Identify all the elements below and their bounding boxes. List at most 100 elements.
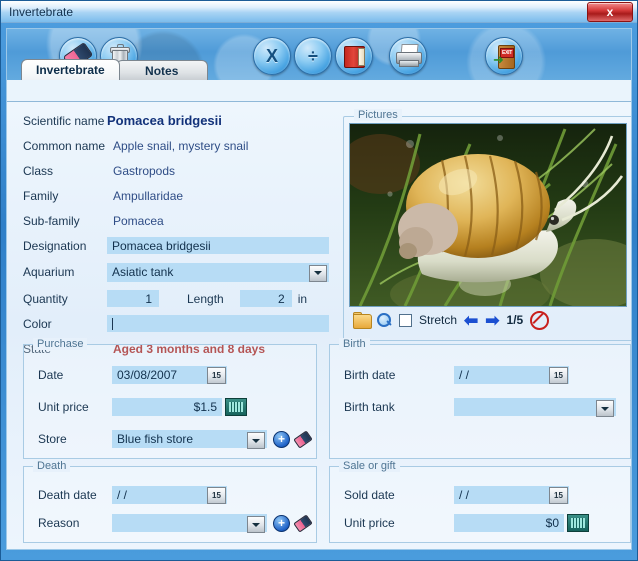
birth-group-title: Birth xyxy=(339,338,370,350)
snail-photo xyxy=(350,124,626,306)
class-value: Gastropods xyxy=(113,163,176,178)
sale-unit-price-input[interactable]: $0 xyxy=(454,514,564,532)
calculator-icon[interactable] xyxy=(225,398,247,416)
aquarium-select[interactable]: Asiatic tank xyxy=(107,262,329,282)
quantity-label: Quantity xyxy=(23,291,68,306)
sale-unit-price-label: Unit price xyxy=(344,516,395,530)
row-color: Color xyxy=(23,311,333,336)
purchase-date-input[interactable]: 03/08/2007 15 xyxy=(112,366,227,384)
purchase-group: Purchase Date 03/08/2007 15 Unit price $… xyxy=(23,338,317,459)
family-value: Ampullaridae xyxy=(113,188,184,203)
text-cursor xyxy=(112,317,113,330)
calendar-icon[interactable]: 15 xyxy=(207,367,226,384)
sub-family-label: Sub-family xyxy=(23,213,80,228)
sale-group: Sale or gift Sold date / / 15 Unit price… xyxy=(329,460,631,543)
row-sold-date: Sold date / / 15 xyxy=(344,485,569,505)
row-aquarium: Aquarium Asiatic tank xyxy=(23,258,333,286)
pictures-group: Pictures Stretch ⬅ ➡ 1/5 xyxy=(343,109,631,341)
no-picture-icon[interactable] xyxy=(530,310,550,330)
add-store-button[interactable]: + xyxy=(273,430,290,448)
class-label: Class xyxy=(23,163,54,178)
common-name-label: Common name xyxy=(23,138,106,153)
death-reason-select[interactable] xyxy=(112,514,267,533)
birth-date-input[interactable]: / / 15 xyxy=(454,366,569,384)
row-purchase-date: Date 03/08/2007 15 xyxy=(38,365,227,385)
row-sale-unit-price: Unit price $0 xyxy=(344,513,589,533)
row-death-reason: Reason + xyxy=(38,513,313,533)
row-sub-family: Sub-family Pomacea xyxy=(23,208,333,233)
purchase-unit-price-label: Unit price xyxy=(38,400,89,414)
purchase-store-selected-value: Blue fish store xyxy=(117,432,194,446)
picture-counter: 1/5 xyxy=(506,313,524,327)
length-input[interactable]: 2 xyxy=(239,290,292,307)
picture-viewer[interactable] xyxy=(349,123,627,307)
quantity-input[interactable]: 1 xyxy=(107,290,159,307)
previous-picture-icon[interactable]: ⬅ xyxy=(464,312,478,329)
title-bar: Invertebrate x xyxy=(1,1,637,23)
row-death-date: Death date / / 15 xyxy=(38,485,227,505)
chevron-down-icon[interactable] xyxy=(247,516,265,533)
next-picture-icon[interactable]: ➡ xyxy=(485,312,499,329)
family-label: Family xyxy=(23,188,59,203)
row-class: Class Gastropods xyxy=(23,158,333,183)
row-birth-tank: Birth tank xyxy=(344,397,616,417)
scientific-name-value: Pomacea bridgesii xyxy=(107,113,222,128)
sub-family-value: Pomacea xyxy=(113,213,164,228)
row-purchase-unit-price: Unit price $1.5 xyxy=(38,397,247,417)
tab-strip: Invertebrate Notes xyxy=(7,59,631,80)
color-label: Color xyxy=(23,316,52,331)
stretch-label: Stretch xyxy=(419,313,458,327)
sale-group-title: Sale or gift xyxy=(339,460,400,472)
designation-label: Designation xyxy=(23,238,87,253)
tab-notes[interactable]: Notes xyxy=(115,60,208,80)
sold-date-input[interactable]: / / 15 xyxy=(454,486,569,504)
chevron-down-icon[interactable] xyxy=(596,400,614,417)
calendar-icon[interactable]: 15 xyxy=(549,487,568,504)
clear-reason-button[interactable] xyxy=(293,513,313,533)
row-designation: Designation Pomacea bridgesii xyxy=(23,233,333,258)
death-date-input[interactable]: / / 15 xyxy=(112,486,227,504)
common-name-value: Apple snail, mystery snail xyxy=(113,138,249,153)
aquarium-label: Aquarium xyxy=(23,265,75,279)
purchase-store-select[interactable]: Blue fish store xyxy=(112,430,267,449)
tab-invertebrate[interactable]: Invertebrate xyxy=(21,59,120,80)
tab-page-invertebrate: Scientific name Pomacea bridgesii Common… xyxy=(7,101,631,549)
row-scientific-name: Scientific name Pomacea bridgesii xyxy=(23,108,333,133)
add-reason-button[interactable]: + xyxy=(273,514,290,532)
chevron-down-icon[interactable] xyxy=(309,264,327,282)
sold-date-label: Sold date xyxy=(344,488,395,502)
close-button[interactable]: x xyxy=(587,2,633,22)
calendar-icon[interactable]: 15 xyxy=(549,367,568,384)
pictures-group-title: Pictures xyxy=(354,109,402,121)
length-unit-label: in xyxy=(297,291,308,306)
designation-input[interactable]: Pomacea bridgesii xyxy=(107,237,329,254)
color-input[interactable] xyxy=(107,315,329,332)
birth-tank-select[interactable] xyxy=(454,398,616,417)
window-title: Invertebrate xyxy=(9,4,74,19)
purchase-unit-price-input[interactable]: $1.5 xyxy=(112,398,222,416)
folder-icon[interactable] xyxy=(353,311,372,329)
purchase-store-label: Store xyxy=(38,432,67,446)
death-group: Death Death date / / 15 Reason + xyxy=(23,460,317,543)
stretch-checkbox[interactable] xyxy=(399,313,412,327)
chevron-down-icon[interactable] xyxy=(247,432,265,449)
row-purchase-store: Store Blue fish store + xyxy=(38,429,313,449)
specimen-info-panel: Scientific name Pomacea bridgesii Common… xyxy=(23,108,333,361)
clear-store-button[interactable] xyxy=(293,429,313,449)
birth-tank-label: Birth tank xyxy=(344,400,395,414)
row-common-name: Common name Apple snail, mystery snail xyxy=(23,133,333,158)
calculator-icon[interactable] xyxy=(567,514,589,532)
birth-date-label: Birth date xyxy=(344,368,396,382)
scientific-name-label: Scientific name xyxy=(23,113,105,128)
magnifier-icon[interactable] xyxy=(377,312,392,328)
death-date-label: Death date xyxy=(38,488,97,502)
purchase-date-label: Date xyxy=(38,368,64,382)
death-group-title: Death xyxy=(33,460,71,472)
calendar-icon[interactable]: 15 xyxy=(207,487,226,504)
client-area: X ÷ EXIT ➜ Invertebrate Notes Scientific… xyxy=(6,28,632,550)
picture-toolbar: Stretch ⬅ ➡ 1/5 xyxy=(349,307,625,333)
row-family: Family Ampullaridae xyxy=(23,183,333,208)
birth-group: Birth Birth date / / 15 Birth tank xyxy=(329,338,631,459)
death-reason-label: Reason xyxy=(38,516,80,530)
length-label: Length xyxy=(187,291,224,306)
